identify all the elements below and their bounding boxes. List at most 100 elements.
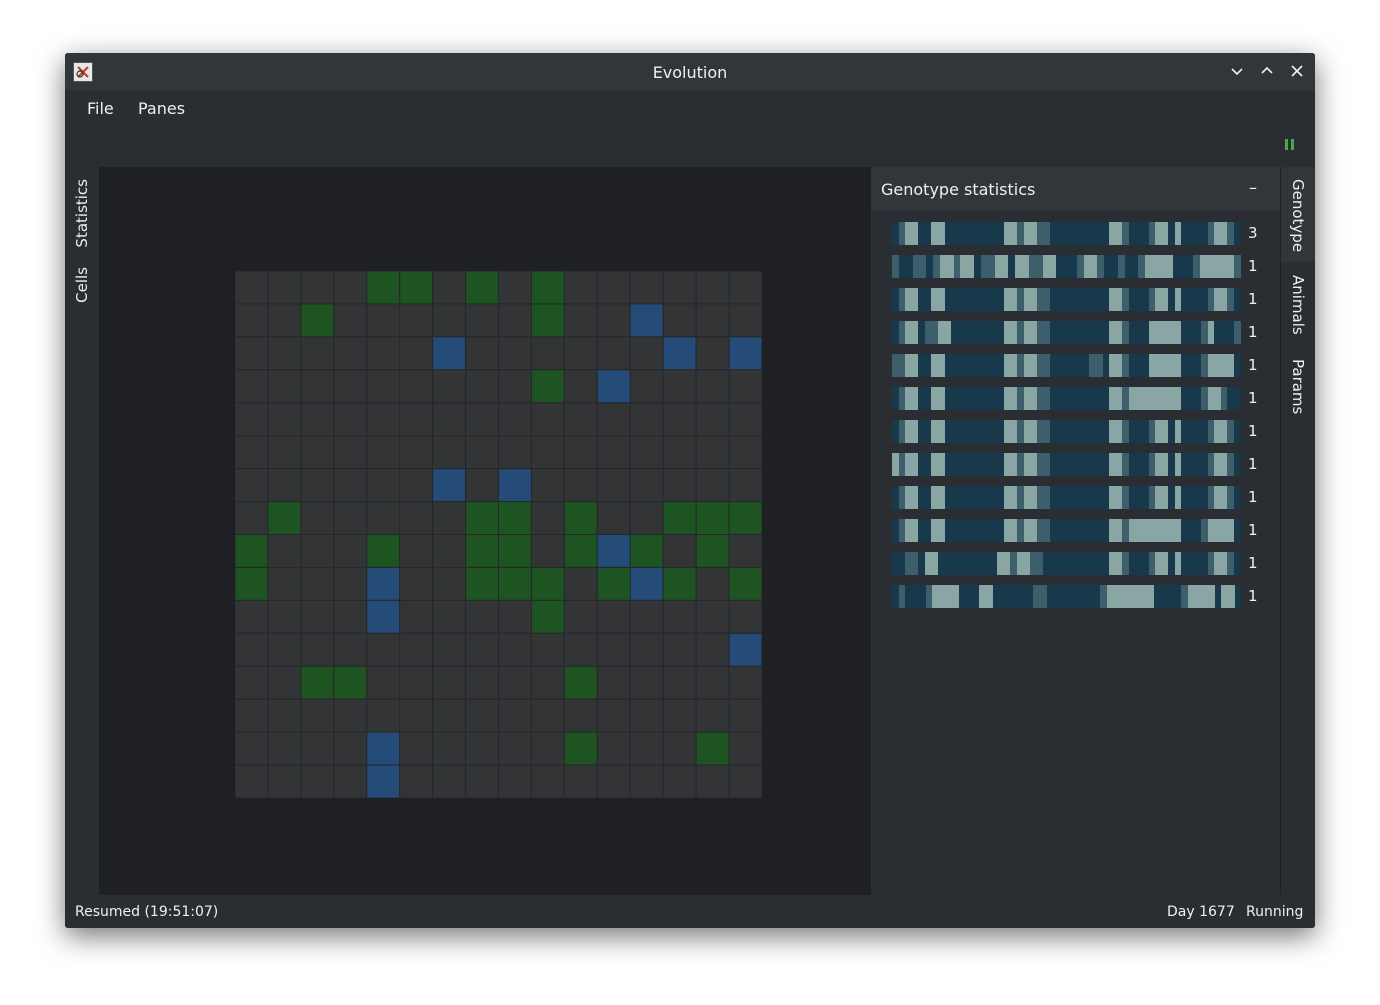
grid-cell-occupied[interactable] <box>629 534 664 568</box>
grid-cell[interactable] <box>432 632 467 667</box>
grid-cell-occupied[interactable] <box>662 566 697 601</box>
grid-cell-occupied[interactable] <box>728 336 762 371</box>
grid-cell-occupied[interactable] <box>366 731 401 766</box>
grid-cell-occupied[interactable] <box>498 501 532 535</box>
grid-cell[interactable] <box>695 632 730 667</box>
genotype-row[interactable]: 1 <box>892 288 1262 311</box>
grid-cell[interactable] <box>267 632 302 667</box>
grid-cell[interactable] <box>333 468 368 503</box>
grid-cell[interactable] <box>498 271 532 305</box>
grid-cell[interactable] <box>399 566 434 601</box>
genotype-row[interactable]: 1 <box>892 519 1262 542</box>
grid-cell[interactable] <box>530 534 565 568</box>
grid-cell[interactable] <box>432 599 467 634</box>
grid-cell-occupied[interactable] <box>366 599 401 634</box>
grid-cell-occupied[interactable] <box>432 468 467 503</box>
grid-cell[interactable] <box>399 336 434 371</box>
grid-cell[interactable] <box>498 369 532 404</box>
collapse-button[interactable]: – <box>1249 178 1257 197</box>
grid-cell[interactable] <box>235 336 269 371</box>
grid-cell[interactable] <box>267 336 302 371</box>
tab-statistics[interactable]: Statistics <box>73 179 91 248</box>
grid-cell-occupied[interactable] <box>465 566 499 601</box>
grid-cell[interactable] <box>333 599 368 634</box>
grid-cell[interactable] <box>399 731 434 766</box>
grid-cell[interactable] <box>300 566 335 601</box>
grid-cell[interactable] <box>498 599 532 634</box>
grid-cell[interactable] <box>300 534 335 568</box>
grid-cell[interactable] <box>399 402 434 437</box>
grid-cell[interactable] <box>333 501 368 535</box>
grid-cell[interactable] <box>563 599 598 634</box>
grid-cell[interactable] <box>235 665 269 700</box>
grid-cell[interactable] <box>629 764 664 798</box>
grid-cell[interactable] <box>300 731 335 766</box>
grid-cell[interactable] <box>629 501 664 535</box>
grid-cell[interactable] <box>695 468 730 503</box>
grid-cell[interactable] <box>399 764 434 798</box>
grid-cell[interactable] <box>300 599 335 634</box>
grid-cell[interactable] <box>432 764 467 798</box>
grid-cell[interactable] <box>563 468 598 503</box>
grid-cell[interactable] <box>465 698 499 733</box>
grid-cell[interactable] <box>333 369 368 404</box>
grid-cell[interactable] <box>235 632 269 667</box>
grid-cell-occupied[interactable] <box>235 566 269 601</box>
grid-cell-occupied[interactable] <box>728 501 762 535</box>
grid-cell[interactable] <box>366 435 401 470</box>
grid-cell[interactable] <box>333 731 368 766</box>
grid-cell[interactable] <box>498 764 532 798</box>
tab-cells[interactable]: Cells <box>73 267 91 303</box>
grid-cell-occupied[interactable] <box>300 665 335 700</box>
grid-cell[interactable] <box>333 534 368 568</box>
grid-cell[interactable] <box>300 369 335 404</box>
grid-cell[interactable] <box>432 303 467 338</box>
world-grid[interactable] <box>235 271 762 798</box>
grid-cell[interactable] <box>695 599 730 634</box>
grid-cell-occupied[interactable] <box>366 534 401 568</box>
grid-cell-occupied[interactable] <box>300 303 335 338</box>
grid-cell-occupied[interactable] <box>563 534 598 568</box>
grid-cell[interactable] <box>465 468 499 503</box>
grid-cell[interactable] <box>728 435 762 470</box>
grid-cell[interactable] <box>596 271 631 305</box>
grid-cell[interactable] <box>465 665 499 700</box>
grid-cell[interactable] <box>366 632 401 667</box>
grid-cell-occupied[interactable] <box>333 665 368 700</box>
grid-cell-occupied[interactable] <box>629 566 664 601</box>
grid-cell[interactable] <box>399 599 434 634</box>
grid-cell[interactable] <box>596 336 631 371</box>
grid-cell[interactable] <box>596 665 631 700</box>
grid-cell[interactable] <box>530 501 565 535</box>
grid-cell[interactable] <box>267 369 302 404</box>
grid-cell[interactable] <box>629 468 664 503</box>
grid-cell[interactable] <box>399 303 434 338</box>
grid-cell[interactable] <box>432 435 467 470</box>
grid-cell[interactable] <box>662 468 697 503</box>
grid-cell[interactable] <box>432 731 467 766</box>
grid-cell[interactable] <box>695 698 730 733</box>
grid-cell[interactable] <box>366 665 401 700</box>
grid-cell[interactable] <box>399 468 434 503</box>
grid-cell-occupied[interactable] <box>728 566 762 601</box>
grid-cell[interactable] <box>629 731 664 766</box>
grid-cell[interactable] <box>530 402 565 437</box>
grid-cell[interactable] <box>366 468 401 503</box>
grid-cell-occupied[interactable] <box>530 271 565 305</box>
grid-cell[interactable] <box>563 566 598 601</box>
menu-file[interactable]: File <box>87 99 114 118</box>
grid-cell-occupied[interactable] <box>662 336 697 371</box>
grid-cell[interactable] <box>333 271 368 305</box>
grid-cell-occupied[interactable] <box>695 534 730 568</box>
grid-cell[interactable] <box>366 303 401 338</box>
grid-cell[interactable] <box>267 764 302 798</box>
grid-cell-occupied[interactable] <box>498 534 532 568</box>
genotype-row[interactable]: 1 <box>892 420 1262 443</box>
grid-cell-occupied[interactable] <box>563 501 598 535</box>
grid-cell[interactable] <box>728 534 762 568</box>
grid-cell[interactable] <box>333 336 368 371</box>
grid-cell[interactable] <box>432 369 467 404</box>
grid-cell[interactable] <box>498 336 532 371</box>
grid-cell[interactable] <box>629 271 664 305</box>
grid-cell[interactable] <box>267 271 302 305</box>
